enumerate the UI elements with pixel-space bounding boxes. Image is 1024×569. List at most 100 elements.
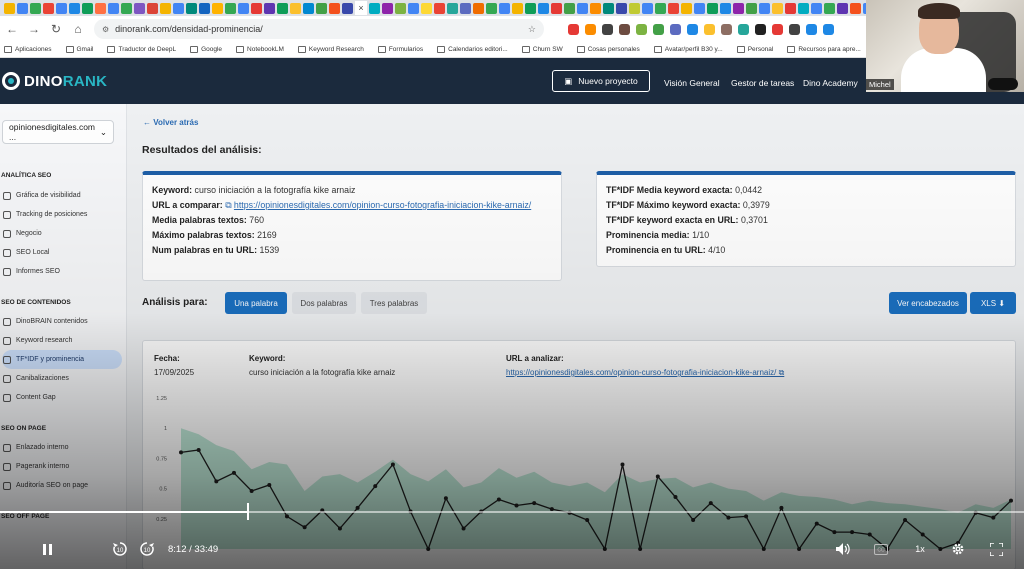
browser-tab-favicon[interactable] xyxy=(408,2,419,14)
bookmark-item[interactable]: Traductor de DeepL xyxy=(107,46,176,53)
browser-tab-favicon[interactable] xyxy=(746,2,757,14)
line-point[interactable] xyxy=(461,526,466,531)
xls-download-button[interactable]: XLS ⬇ xyxy=(970,292,1016,314)
browser-tab-favicon[interactable] xyxy=(837,2,848,14)
browser-tab-favicon[interactable] xyxy=(694,2,705,14)
bookmark-item[interactable]: Recursos para apre... xyxy=(787,46,861,53)
browser-tab-favicon[interactable] xyxy=(733,2,744,14)
browser-tab-favicon[interactable] xyxy=(460,2,471,14)
line-point[interactable] xyxy=(1009,498,1013,503)
browser-tab-favicon[interactable] xyxy=(707,2,718,14)
browser-tab-favicon[interactable] xyxy=(56,2,67,14)
extension-icon[interactable] xyxy=(806,23,817,35)
sidebar-item[interactable]: Canibalizaciones xyxy=(2,369,120,388)
browser-tab-favicon[interactable] xyxy=(525,2,536,14)
browser-tab-favicon[interactable] xyxy=(303,2,314,14)
nav-dino-academy[interactable]: Dino Academy xyxy=(803,78,858,88)
extension-icon[interactable] xyxy=(704,23,715,35)
site-info-icon[interactable]: ⚙ xyxy=(102,25,109,34)
browser-tab-favicon[interactable] xyxy=(720,2,731,14)
forward-arrow-icon[interactable]: → xyxy=(28,22,40,36)
browser-tab-favicon[interactable] xyxy=(564,2,575,14)
extension-icon[interactable] xyxy=(755,23,766,35)
browser-tab-favicon[interactable] xyxy=(290,2,301,14)
line-point[interactable] xyxy=(284,514,289,519)
sidebar-item[interactable]: Gráfica de visibilidad xyxy=(2,186,120,205)
browser-tab-favicon[interactable] xyxy=(759,2,770,14)
bookmark-item[interactable]: NotebookLM xyxy=(236,46,284,53)
line-point[interactable] xyxy=(179,450,183,455)
line-point[interactable] xyxy=(867,532,872,537)
extension-icon[interactable] xyxy=(687,23,698,35)
line-point[interactable] xyxy=(938,547,943,551)
bookmark-item[interactable]: Personal xyxy=(736,46,773,53)
browser-tab-favicon[interactable] xyxy=(421,2,432,14)
line-point[interactable] xyxy=(514,503,519,508)
browser-tab-favicon[interactable] xyxy=(121,2,132,14)
browser-tab-favicon[interactable] xyxy=(316,2,327,14)
browser-tab-favicon[interactable] xyxy=(238,2,249,14)
browser-tab-favicon[interactable] xyxy=(681,2,692,14)
bookmark-item[interactable]: Cosas personales xyxy=(576,46,640,53)
compare-url-link[interactable]: https://opinionesdigitales.com/opinion-c… xyxy=(234,200,531,210)
line-point[interactable] xyxy=(426,547,431,551)
browser-tab-favicon[interactable] xyxy=(798,2,809,14)
video-scrubber[interactable] xyxy=(0,511,1024,513)
extension-icon[interactable] xyxy=(670,23,681,35)
line-point[interactable] xyxy=(302,525,307,530)
bookmark-item[interactable]: Gmail xyxy=(65,46,93,53)
tab-two-words[interactable]: Dos palabras xyxy=(292,292,356,314)
line-point[interactable] xyxy=(673,495,678,500)
line-point[interactable] xyxy=(373,484,378,489)
browser-tab-favicon[interactable] xyxy=(603,2,614,14)
line-point[interactable] xyxy=(196,447,201,452)
tab-three-words[interactable]: Tres palabras xyxy=(361,292,427,314)
line-point[interactable] xyxy=(903,518,908,523)
bookmark-item[interactable]: Churn SW xyxy=(521,46,563,53)
forward-10-icon[interactable]: 10 xyxy=(138,541,156,557)
dinorank-logo[interactable]: DINO RANK xyxy=(2,72,107,90)
browser-tab-favicon[interactable] xyxy=(329,2,340,14)
browser-tab-favicon[interactable] xyxy=(108,2,119,14)
nav-overview[interactable]: Visión General xyxy=(664,78,720,88)
line-point[interactable] xyxy=(655,474,660,479)
rewind-10-icon[interactable]: 10 xyxy=(111,541,129,557)
extension-icon[interactable] xyxy=(568,23,579,35)
line-point[interactable] xyxy=(814,521,819,526)
line-point[interactable] xyxy=(585,518,590,523)
line-point[interactable] xyxy=(797,547,802,551)
captions-icon[interactable]: CC xyxy=(872,541,890,557)
address-bar[interactable]: ⚙ dinorank.com/densidad-prominencia/ ☆ xyxy=(94,19,544,39)
project-select[interactable]: opinionesdigitales.com ... ⌄ xyxy=(2,120,114,144)
sidebar-item[interactable]: SEO Local xyxy=(2,243,120,262)
browser-tab-favicon[interactable] xyxy=(251,2,262,14)
line-point[interactable] xyxy=(638,547,643,551)
sidebar-item[interactable]: Tracking de posiciones xyxy=(2,205,120,224)
line-point[interactable] xyxy=(744,514,749,519)
bookmark-item[interactable]: Google xyxy=(190,46,222,53)
extension-icon[interactable] xyxy=(619,23,630,35)
fullscreen-icon[interactable] xyxy=(988,541,1004,557)
browser-tab-favicon[interactable] xyxy=(811,2,822,14)
sidebar-item[interactable]: Pagerank interno xyxy=(2,457,120,476)
browser-tab-favicon[interactable] xyxy=(655,2,666,14)
browser-tab-favicon[interactable] xyxy=(264,2,275,14)
line-point[interactable] xyxy=(850,530,855,535)
line-point[interactable] xyxy=(708,501,713,506)
sidebar-item[interactable]: Negocio xyxy=(2,224,120,243)
browser-tab-favicon[interactable] xyxy=(395,2,406,14)
browser-tab-favicon[interactable] xyxy=(225,2,236,14)
extension-icon[interactable] xyxy=(789,23,800,35)
bookmark-item[interactable]: Keyword Research xyxy=(297,46,364,53)
line-point[interactable] xyxy=(355,505,360,510)
line-point[interactable] xyxy=(691,518,696,523)
line-point[interactable] xyxy=(620,462,625,467)
extension-icon[interactable] xyxy=(772,23,783,35)
line-point[interactable] xyxy=(532,501,537,506)
browser-tab-favicon[interactable] xyxy=(538,2,549,14)
volume-icon[interactable] xyxy=(834,541,852,557)
sidebar-item[interactable]: Enlazado interno xyxy=(2,438,120,457)
line-point[interactable] xyxy=(231,470,236,475)
browser-tab-favicon[interactable] xyxy=(590,2,601,14)
extension-icon[interactable] xyxy=(823,23,834,35)
